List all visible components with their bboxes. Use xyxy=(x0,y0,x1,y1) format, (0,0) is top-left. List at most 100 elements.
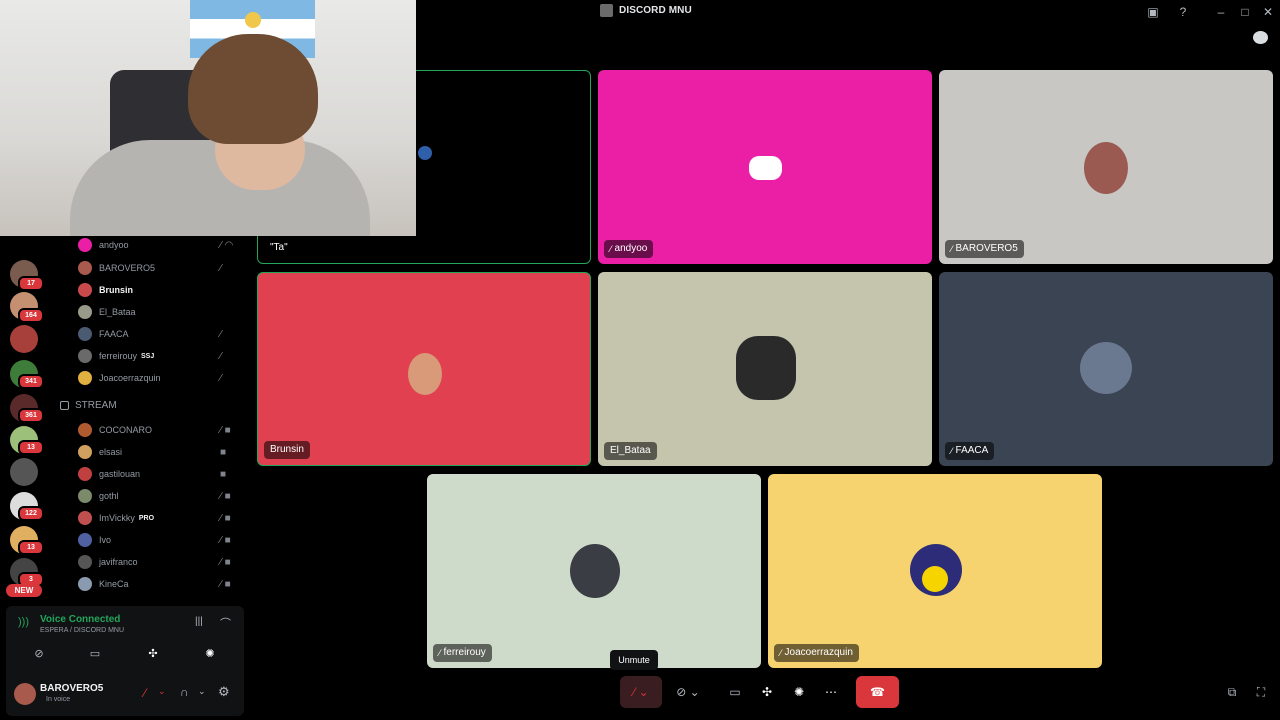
voice-member[interactable]: andyoo xyxy=(78,236,129,254)
member-status-icons: ⁄ ■ xyxy=(220,553,231,571)
server-rail: 17 164 341 361 13 122 13 3 xyxy=(0,236,48,606)
video-tile[interactable]: ⁄ Joacoerrazquin xyxy=(768,474,1102,668)
voice-member[interactable]: Brunsin xyxy=(78,281,133,299)
mic-muted-icon: ⁄ xyxy=(220,262,222,274)
tile-label: "Ta" xyxy=(264,239,294,257)
channel-name: STREAM xyxy=(75,400,117,411)
voice-channel-path[interactable]: ESPERA / DISCORD MNU xyxy=(40,627,124,634)
user-panel: BAROVERO5 In voice ⁄ ⌄ ∩ ⌄ ⚙ xyxy=(6,674,244,716)
video-tile[interactable]: Brunsin xyxy=(257,272,591,466)
screen-share-button[interactable]: ▭ xyxy=(78,642,112,666)
participant-name: BAROVERO5 xyxy=(955,243,1018,254)
avatar xyxy=(408,353,442,395)
server-badge: 13 xyxy=(18,440,44,455)
unmute-tooltip: Unmute xyxy=(610,650,658,670)
avatar xyxy=(78,423,92,437)
member-name: KineCa xyxy=(99,579,129,589)
maximize-button[interactable]: □ xyxy=(1237,4,1253,20)
activities-icon[interactable]: ✣ xyxy=(755,676,779,708)
camera-toggle-button[interactable]: ⊘ ⌄ xyxy=(668,676,708,708)
camera-off-button[interactable]: ⊘ xyxy=(22,642,56,666)
voice-member[interactable]: COCONARO xyxy=(78,421,152,439)
mic-muted-icon: ⁄ xyxy=(220,490,222,502)
mic-muted-icon: ⁄ xyxy=(220,239,222,251)
voice-member[interactable]: gothl xyxy=(78,487,119,505)
fullscreen-icon[interactable]: ⛶ xyxy=(1251,676,1271,708)
leave-call-button[interactable]: ☎ xyxy=(856,676,899,708)
more-options-icon[interactable]: ⋯ xyxy=(819,676,843,708)
participant-name: El_Bataa xyxy=(610,445,651,456)
server-icon[interactable] xyxy=(10,325,38,353)
soundboard-icon[interactable]: ✺ xyxy=(787,676,811,708)
video-tile[interactable]: ⁄ andyoo xyxy=(598,70,932,264)
camera-icon: ■ xyxy=(224,578,231,590)
channel-stream[interactable]: STREAM xyxy=(60,400,117,411)
mic-muted-icon: ⁄ xyxy=(220,556,222,568)
tile-label: Brunsin xyxy=(264,441,310,459)
voice-member[interactable]: elsasi xyxy=(78,443,122,461)
webcam-preview[interactable] xyxy=(0,0,416,236)
avatar xyxy=(1080,342,1132,394)
screen-share-icon[interactable]: ▭ xyxy=(723,676,747,708)
voice-member[interactable]: Joacoerrazquin xyxy=(78,369,161,387)
avatar xyxy=(78,349,92,363)
avatar xyxy=(78,238,92,252)
unmute-button[interactable]: ⁄ ⌄ xyxy=(620,676,662,708)
voice-member[interactable]: ferreirouy SSJ xyxy=(78,347,154,365)
server-icon[interactable] xyxy=(10,458,38,486)
voice-member[interactable]: KineCa xyxy=(78,575,129,593)
member-status-icons: ⁄ xyxy=(220,369,222,387)
member-name: gastilouan xyxy=(99,469,141,479)
voice-status[interactable]: Voice Connected xyxy=(40,614,120,625)
chevron-down-icon[interactable]: ⌄ xyxy=(158,686,166,697)
voice-member[interactable]: gastilouan xyxy=(78,465,140,483)
lock-icon xyxy=(60,401,69,410)
close-button[interactable]: ✕ xyxy=(1260,4,1276,20)
avatar-face xyxy=(922,566,948,592)
soundboard-button[interactable]: ✺ xyxy=(193,642,227,666)
video-tile[interactable]: ⁄ FAACA xyxy=(939,272,1273,466)
voice-member[interactable]: BAROVERO5 xyxy=(78,259,155,277)
headphones-icon[interactable]: ∩ xyxy=(180,685,189,699)
signal-icon[interactable]: ))) xyxy=(18,616,29,628)
camera-icon: ■ xyxy=(224,556,231,568)
activities-button[interactable]: ✣ xyxy=(136,642,170,666)
video-tile[interactable]: ⁄ ferreirouy xyxy=(427,474,761,668)
inbox-icon[interactable]: ▣ xyxy=(1145,4,1161,20)
discord-logo-icon xyxy=(749,156,782,180)
voice-member[interactable]: Ivo xyxy=(78,531,111,549)
avatar xyxy=(78,445,92,459)
server-badge: 164 xyxy=(18,308,44,323)
voice-member[interactable]: ImVickky PRO xyxy=(78,509,154,527)
participant-name: "Ta" xyxy=(270,242,288,253)
voice-member[interactable]: FAACA xyxy=(78,325,129,343)
participant-name: Brunsin xyxy=(270,444,304,455)
video-tile[interactable]: El_Bataa xyxy=(598,272,932,466)
flag-sun xyxy=(245,12,261,28)
avatar[interactable] xyxy=(14,683,36,705)
video-tile[interactable]: ⁄ BAROVERO5 xyxy=(939,70,1273,264)
mic-muted-icon: ⁄ xyxy=(951,244,953,254)
avatar xyxy=(78,305,92,319)
mic-muted-icon[interactable]: ⁄ xyxy=(144,686,146,700)
camera-icon: ■ xyxy=(224,512,231,524)
server-logo-icon xyxy=(600,4,613,17)
gear-icon[interactable]: ⚙ xyxy=(218,684,230,700)
voice-member[interactable]: El_Bataa xyxy=(78,303,136,321)
user-name[interactable]: BAROVERO5 xyxy=(40,683,103,694)
tile-label: ⁄ ferreirouy xyxy=(433,644,492,662)
help-icon[interactable]: ? xyxy=(1175,4,1191,20)
popout-icon[interactable]: ⧉ xyxy=(1222,676,1242,708)
chevron-down-icon[interactable]: ⌄ xyxy=(198,686,206,697)
new-badge[interactable]: NEW xyxy=(6,584,42,597)
disconnect-icon[interactable]: ⌒ xyxy=(220,615,231,631)
member-status-icons: ⁄ ◠ xyxy=(220,236,233,254)
voice-member[interactable]: javifranco xyxy=(78,553,138,571)
camera-icon: ■ xyxy=(224,424,231,436)
chat-bubble-icon[interactable] xyxy=(1253,31,1268,44)
camera-icon: ■ xyxy=(220,446,227,458)
member-tag: PRO xyxy=(138,514,155,522)
minimize-button[interactable]: – xyxy=(1213,4,1229,20)
noise-suppression-icon[interactable]: ||| xyxy=(195,616,203,627)
server-badge: 122 xyxy=(18,506,44,521)
